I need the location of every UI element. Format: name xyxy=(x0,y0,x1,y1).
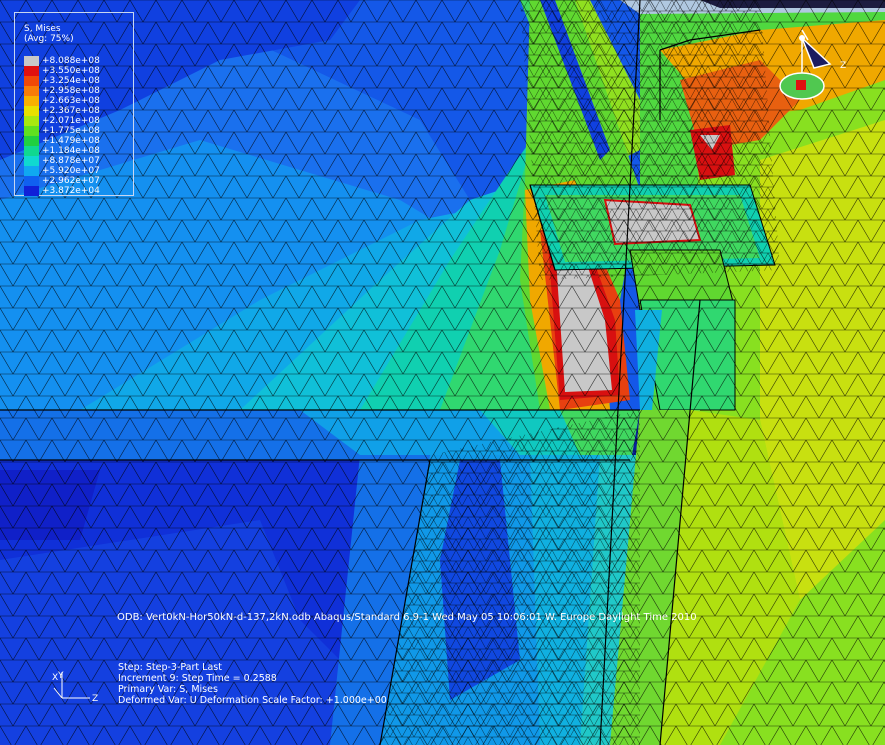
triad-bottom-z-label: Z xyxy=(92,694,98,704)
legend-swatch xyxy=(24,136,39,146)
legend-swatch xyxy=(24,166,39,176)
legend-value: +3.872e+04 xyxy=(42,186,100,196)
legend-subtitle: (Avg: 75%) xyxy=(24,34,74,44)
legend-value: +8.878e+07 xyxy=(42,156,100,166)
legend-swatch xyxy=(24,106,39,116)
legend-value: +2.962e+07 xyxy=(42,176,100,186)
increment-label: Increment 9: Step Time = 0.2588 xyxy=(118,673,277,684)
legend-swatch xyxy=(24,156,39,166)
mesh-overlay-fine-top xyxy=(520,0,780,280)
legend-title: S, Mises xyxy=(24,24,61,34)
legend-value: +2.663e+08 xyxy=(42,96,100,106)
legend-value: +2.071e+08 xyxy=(42,116,100,126)
legend-swatch xyxy=(24,86,39,96)
deformed-var-label: Deformed Var: U Deformation Scale Factor… xyxy=(118,695,387,706)
legend-swatch xyxy=(24,56,39,66)
primary-var-label: Primary Var: S, Mises xyxy=(118,684,218,695)
legend-swatch xyxy=(24,176,39,186)
legend-value: +2.367e+08 xyxy=(42,106,100,116)
triad-x-label: X xyxy=(52,673,58,683)
contour-legend: S, Mises (Avg: 75%) +8.088e+08 +3.550e+08… xyxy=(14,12,134,196)
legend-swatch xyxy=(24,116,39,126)
legend-swatch xyxy=(24,186,39,196)
legend-value: +8.088e+08 xyxy=(42,56,100,66)
odb-info-line: ODB: Vert0kN-Hor50kN-d-137,2kN.odb Abaqu… xyxy=(117,612,697,623)
legend-value: +5.920e+07 xyxy=(42,166,100,176)
legend-swatch xyxy=(24,66,39,76)
legend-swatch xyxy=(24,96,39,106)
step-label: Step: Step-3-Part Last xyxy=(118,662,222,673)
legend-value: +2.958e+08 xyxy=(42,86,100,96)
legend-swatch xyxy=(24,76,39,86)
legend-swatch xyxy=(24,126,39,136)
legend-value: +3.550e+08 xyxy=(42,66,100,76)
legend-value: +1.775e+08 xyxy=(42,126,100,136)
legend-value: +1.479e+08 xyxy=(42,136,100,146)
step-info-block: Step: Step-3-Part Last Increment 9: Step… xyxy=(118,662,387,706)
triad-z-label: Z xyxy=(840,61,846,71)
legend-value: +3.254e+08 xyxy=(42,76,100,86)
legend-value: +1.184e+08 xyxy=(42,146,100,156)
legend-swatch xyxy=(24,146,39,156)
